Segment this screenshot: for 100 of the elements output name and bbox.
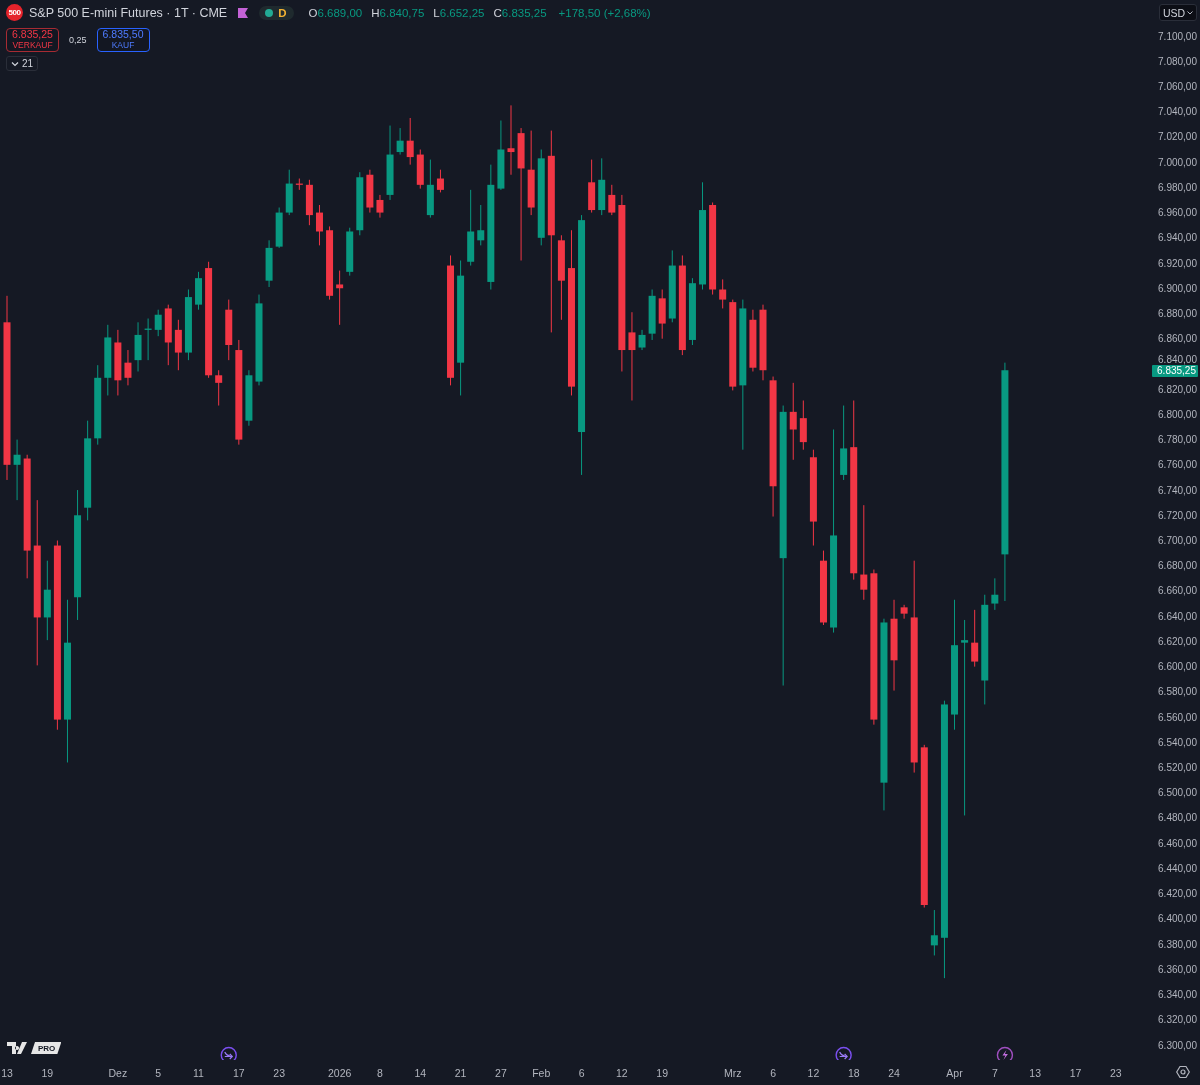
price-tick-label: 6.780,00 — [1158, 434, 1197, 446]
candle — [13, 439, 21, 501]
price-tick-label: 7.080,00 — [1158, 55, 1197, 67]
candle — [366, 169, 374, 214]
price-tick-label: 7.060,00 — [1158, 80, 1197, 92]
price-tick-label: 6.660,00 — [1158, 585, 1197, 597]
sell-button[interactable]: 6.835,25 VERKAUF — [6, 28, 59, 52]
time-tick-label: 6 — [578, 1067, 585, 1079]
time-tick-label: 27 — [495, 1067, 507, 1079]
time-tick-label: 12 — [616, 1067, 628, 1079]
price-tick-label: 6.980,00 — [1158, 181, 1197, 193]
ohlc-label: H — [371, 6, 380, 19]
candle — [477, 204, 485, 246]
spread-value: 0,25 — [69, 35, 87, 45]
price-tick-label: 6.440,00 — [1158, 862, 1197, 874]
time-tick-label: Feb — [532, 1067, 551, 1079]
buy-button[interactable]: 6.835,50 KAUF — [96, 28, 150, 52]
candle — [719, 278, 727, 309]
candle — [688, 277, 696, 346]
price-tick-label: 6.740,00 — [1158, 484, 1197, 496]
price-tick-label: 6.480,00 — [1158, 812, 1197, 824]
status-dot-icon — [265, 8, 274, 17]
candle — [346, 227, 354, 277]
candle — [900, 604, 908, 620]
candle — [104, 324, 112, 396]
price-tick-label: 6.840,00 — [1158, 353, 1197, 365]
candle — [396, 127, 404, 156]
candle — [608, 184, 616, 216]
price-tick-label: 6.380,00 — [1158, 938, 1197, 950]
time-tick-label: 13 — [1, 1067, 13, 1079]
price-tick-label: 6.300,00 — [1158, 1039, 1197, 1051]
price-tick-label: 6.900,00 — [1158, 282, 1197, 294]
price-tick-label: 6.760,00 — [1158, 459, 1197, 471]
candle — [416, 149, 424, 190]
price-tick-label: 7.100,00 — [1158, 30, 1197, 42]
price-tick-label: 6.720,00 — [1158, 509, 1197, 521]
price-tick-label: 6.540,00 — [1158, 736, 1197, 748]
price-tick-label: 6.820,00 — [1158, 383, 1197, 395]
candle — [184, 289, 192, 361]
price-tick-label: 6.680,00 — [1158, 560, 1197, 572]
ohlc-label: L — [433, 6, 440, 19]
price-tick-label: 6.420,00 — [1158, 888, 1197, 900]
brand-mark-icon — [7, 1042, 29, 1054]
flag-icon[interactable] — [237, 6, 250, 19]
price-tick-label: 6.560,00 — [1158, 711, 1197, 723]
price-tick-label: 7.020,00 — [1158, 131, 1197, 143]
candle — [598, 157, 606, 216]
price-tick-label: 6.920,00 — [1158, 257, 1197, 269]
time-tick-label: 23 — [1109, 1067, 1122, 1079]
ohlc-value: 6.840,75 — [379, 6, 425, 19]
caret-icon — [1187, 10, 1193, 15]
time-tick-label: 19 — [656, 1067, 669, 1079]
time-tick-label: 7 — [991, 1067, 998, 1079]
candle — [436, 169, 444, 193]
ohlc-value: 6.835,25 — [501, 6, 547, 19]
candle — [316, 204, 323, 246]
candle — [114, 329, 122, 396]
data-mode-label: D — [278, 6, 287, 19]
price-tick-label: 6.800,00 — [1158, 408, 1197, 420]
symbol-title[interactable]: S&P 500 E-mini Futures · 1T · CME — [29, 5, 228, 20]
candle — [356, 171, 364, 236]
indicators-toggle-button[interactable]: 21 — [6, 56, 39, 71]
candle — [195, 271, 202, 311]
market-status-badge[interactable]: D — [259, 5, 294, 20]
candle — [174, 319, 182, 371]
symbol-logo: 500 — [6, 4, 23, 21]
ohlc-value: 6.689,00 — [317, 6, 363, 19]
price-tick-label: 7.040,00 — [1158, 106, 1197, 118]
time-tick-label: Dez — [108, 1067, 128, 1079]
price-tick-label: 6.360,00 — [1158, 963, 1197, 975]
time-tick-label: 19 — [41, 1067, 54, 1079]
price-tick-label: 6.960,00 — [1158, 207, 1197, 219]
time-tick-label: 13 — [1029, 1067, 1041, 1079]
candle — [305, 179, 313, 226]
candle — [749, 309, 757, 372]
candle — [336, 270, 344, 326]
ohlc-label: C — [493, 6, 502, 19]
candle — [376, 194, 384, 219]
candle — [124, 349, 132, 386]
candle — [507, 104, 515, 176]
price-tick-label: 6.340,00 — [1158, 989, 1197, 1001]
time-tick-label: 17 — [233, 1067, 245, 1079]
time-tick-label: 24 — [888, 1067, 900, 1079]
last-price-label: 6.835,25 — [1152, 364, 1198, 377]
lightning-icon[interactable] — [996, 1046, 1014, 1060]
price-tick-label: 6.600,00 — [1158, 661, 1197, 673]
candle — [971, 609, 979, 668]
candle — [991, 577, 999, 611]
time-tick-label: 12 — [807, 1067, 820, 1079]
currency-dropdown[interactable]: USD — [1159, 4, 1197, 21]
price-tick-label: 6.460,00 — [1158, 837, 1197, 849]
price-tick-label: 6.320,00 — [1158, 1014, 1197, 1026]
price-tick-label: 6.620,00 — [1158, 635, 1197, 647]
price-tick-label: 6.940,00 — [1158, 232, 1197, 244]
time-tick-label: 21 — [454, 1067, 467, 1079]
settings-icon[interactable] — [1176, 1065, 1190, 1079]
candle — [658, 289, 666, 340]
price-tick-label: 6.580,00 — [1158, 686, 1197, 698]
candle — [648, 289, 656, 341]
time-tick-label: 5 — [155, 1067, 162, 1079]
